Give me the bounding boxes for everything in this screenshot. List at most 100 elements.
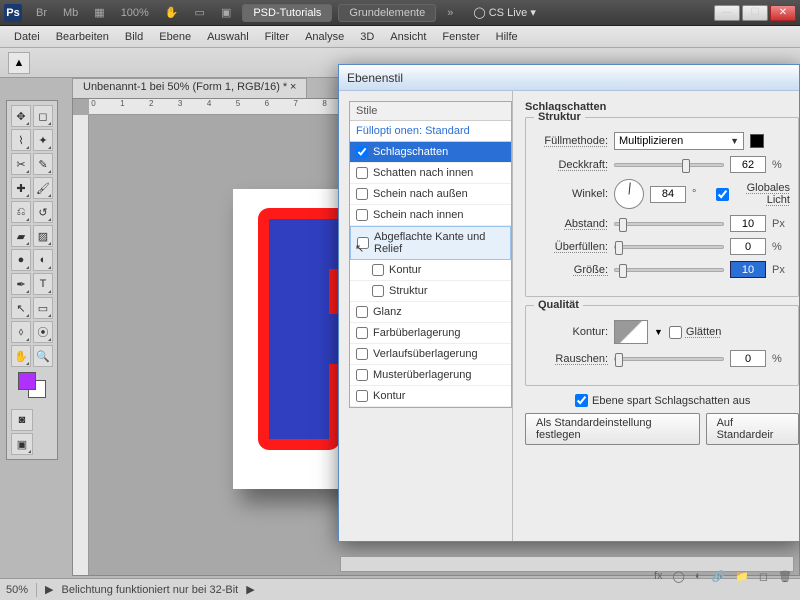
menu-ebene[interactable]: Ebene <box>151 28 199 46</box>
path-tool[interactable]: ↖ <box>11 297 31 319</box>
pen-tool[interactable]: ✒ <box>11 273 31 295</box>
mask-icon[interactable]: ◯ <box>673 570 685 583</box>
new-icon[interactable]: ◻ <box>759 570 768 583</box>
marquee-tool[interactable]: ◻ <box>33 105 53 127</box>
fill-options-row[interactable]: Füllopti onen: Standard <box>350 121 511 142</box>
chevron-down-icon[interactable]: ▼ <box>654 327 663 337</box>
minibridge-button[interactable]: Mb <box>57 5 84 21</box>
kontur-picker[interactable] <box>614 320 648 344</box>
menu-bearbeiten[interactable]: Bearbeiten <box>48 28 117 46</box>
quickmask-button[interactable]: ◙ <box>11 409 33 431</box>
crop-tool[interactable]: ✂ <box>11 153 31 175</box>
glaetten-checkbox[interactable]: Glätten <box>669 326 743 339</box>
wand-tool[interactable]: ✦ <box>33 129 53 151</box>
style-check[interactable] <box>356 369 368 381</box>
dialog-titlebar[interactable]: Ebenenstil <box>339 65 799 91</box>
style-row-schatten-innen[interactable]: Schatten nach innen <box>350 163 511 184</box>
global-light-checkbox[interactable]: Globales Licht <box>716 182 790 206</box>
arrange-icon[interactable]: ▭ <box>189 4 211 21</box>
screenmode-icon[interactable]: ▣ <box>215 4 237 21</box>
eraser-tool[interactable]: ▰ <box>11 225 31 247</box>
groesse-input[interactable] <box>730 261 766 278</box>
style-check[interactable] <box>356 306 368 318</box>
window-minimize-button[interactable]: — <box>714 5 740 21</box>
foreground-color-swatch[interactable] <box>18 372 36 390</box>
style-row-farbueberlagerung[interactable]: Farbüberlagerung <box>350 323 511 344</box>
style-row-verlaufsueberlagerung[interactable]: Verlaufsüberlagerung <box>350 344 511 365</box>
style-check[interactable] <box>356 390 368 402</box>
window-maximize-button[interactable]: ☐ <box>742 5 768 21</box>
style-row-musterueberlagerung[interactable]: Musterüberlagerung <box>350 365 511 386</box>
fuellmethode-dropdown[interactable]: Multiplizieren▼ <box>614 132 744 150</box>
abstand-slider[interactable] <box>614 222 724 226</box>
style-check[interactable] <box>356 348 368 360</box>
menu-ansicht[interactable]: Ansicht <box>382 28 434 46</box>
3d-tool[interactable]: ⬨ <box>11 321 31 343</box>
current-tool-icon[interactable]: ▲ <box>8 52 30 74</box>
status-zoom[interactable]: 50% <box>6 584 28 596</box>
ueberfuellen-input[interactable] <box>730 238 766 255</box>
winkel-dial[interactable] <box>614 179 644 209</box>
zoom-tool[interactable]: 🔍 <box>33 345 53 367</box>
tab-close-icon[interactable]: × <box>290 81 296 93</box>
style-row-struktur-sub[interactable]: Struktur <box>350 281 511 302</box>
gradient-tool[interactable]: ▨ <box>33 225 53 247</box>
hand-icon[interactable]: ✋ <box>159 4 185 21</box>
workspace-tutorials[interactable]: PSD-Tutorials <box>242 4 332 22</box>
window-close-button[interactable]: ✕ <box>770 5 796 21</box>
menu-auswahl[interactable]: Auswahl <box>199 28 257 46</box>
history-brush-tool[interactable]: ↺ <box>33 201 53 223</box>
move-tool[interactable]: ✥ <box>11 105 31 127</box>
style-row-kontur-sub[interactable]: Kontur <box>350 260 511 281</box>
style-check[interactable] <box>356 167 368 179</box>
style-row-schein-innen[interactable]: Schein nach innen <box>350 205 511 226</box>
menu-datei[interactable]: Datei <box>6 28 48 46</box>
shadow-color-swatch[interactable] <box>750 134 764 148</box>
style-check-schlagschatten[interactable] <box>356 146 368 158</box>
menu-fenster[interactable]: Fenster <box>434 28 487 46</box>
cslive-button[interactable]: CS Live <box>489 7 528 19</box>
trash-icon[interactable]: 🗑 <box>778 570 792 583</box>
rauschen-slider[interactable] <box>614 357 724 361</box>
style-check[interactable] <box>356 188 368 200</box>
lasso-tool[interactable]: ⌇ <box>11 129 31 151</box>
type-tool[interactable]: T <box>33 273 53 295</box>
bridge-button[interactable]: Br <box>30 5 53 21</box>
view-rulers-icon[interactable]: ▦ <box>88 4 110 21</box>
brush-tool[interactable]: 🖌 <box>33 177 53 199</box>
style-row-bevel[interactable]: Abgeflachte Kante und Relief↖ <box>350 226 511 260</box>
zoom-level[interactable]: 100% <box>115 5 155 21</box>
menu-bild[interactable]: Bild <box>117 28 151 46</box>
rauschen-input[interactable] <box>730 350 766 367</box>
workspace-more-icon[interactable]: » <box>441 5 459 21</box>
winkel-input[interactable] <box>650 186 686 203</box>
screenmode-button[interactable]: ▣ <box>11 433 33 455</box>
blur-tool[interactable]: ● <box>11 249 31 271</box>
shape-tool[interactable]: ▭ <box>33 297 53 319</box>
abstand-input[interactable] <box>730 215 766 232</box>
style-check[interactable] <box>372 264 384 276</box>
style-row-glanz[interactable]: Glanz <box>350 302 511 323</box>
menu-analyse[interactable]: Analyse <box>297 28 352 46</box>
ueberfuellen-slider[interactable] <box>614 245 724 249</box>
style-check[interactable] <box>356 327 368 339</box>
status-arrow-icon-2[interactable]: ▶ <box>246 583 254 596</box>
deckkraft-input[interactable] <box>730 156 766 173</box>
fx-icon[interactable]: fx <box>654 570 663 583</box>
heal-tool[interactable]: ✚ <box>11 177 31 199</box>
hand-tool[interactable]: ✋ <box>11 345 31 367</box>
deckkraft-slider[interactable] <box>614 163 724 167</box>
style-check[interactable] <box>356 209 368 221</box>
groesse-slider[interactable] <box>614 268 724 272</box>
style-check[interactable] <box>372 285 384 297</box>
style-row-kontur[interactable]: Kontur <box>350 386 511 407</box>
menu-hilfe[interactable]: Hilfe <box>488 28 526 46</box>
3d-camera-tool[interactable]: ⦿ <box>33 321 53 343</box>
make-default-button[interactable]: Als Standardeinstellung festlegen <box>525 413 700 445</box>
link-icon[interactable]: 🔗 <box>711 570 725 583</box>
style-row-schein-aussen[interactable]: Schein nach außen <box>350 184 511 205</box>
document-tab[interactable]: Unbenannt-1 bei 50% (Form 1, RGB/16) * × <box>72 78 307 98</box>
eyedropper-tool[interactable]: ✎ <box>33 153 53 175</box>
adjustment-icon[interactable]: ◐ <box>695 570 702 583</box>
workspace-grundelemente[interactable]: Grundelemente <box>338 4 436 22</box>
